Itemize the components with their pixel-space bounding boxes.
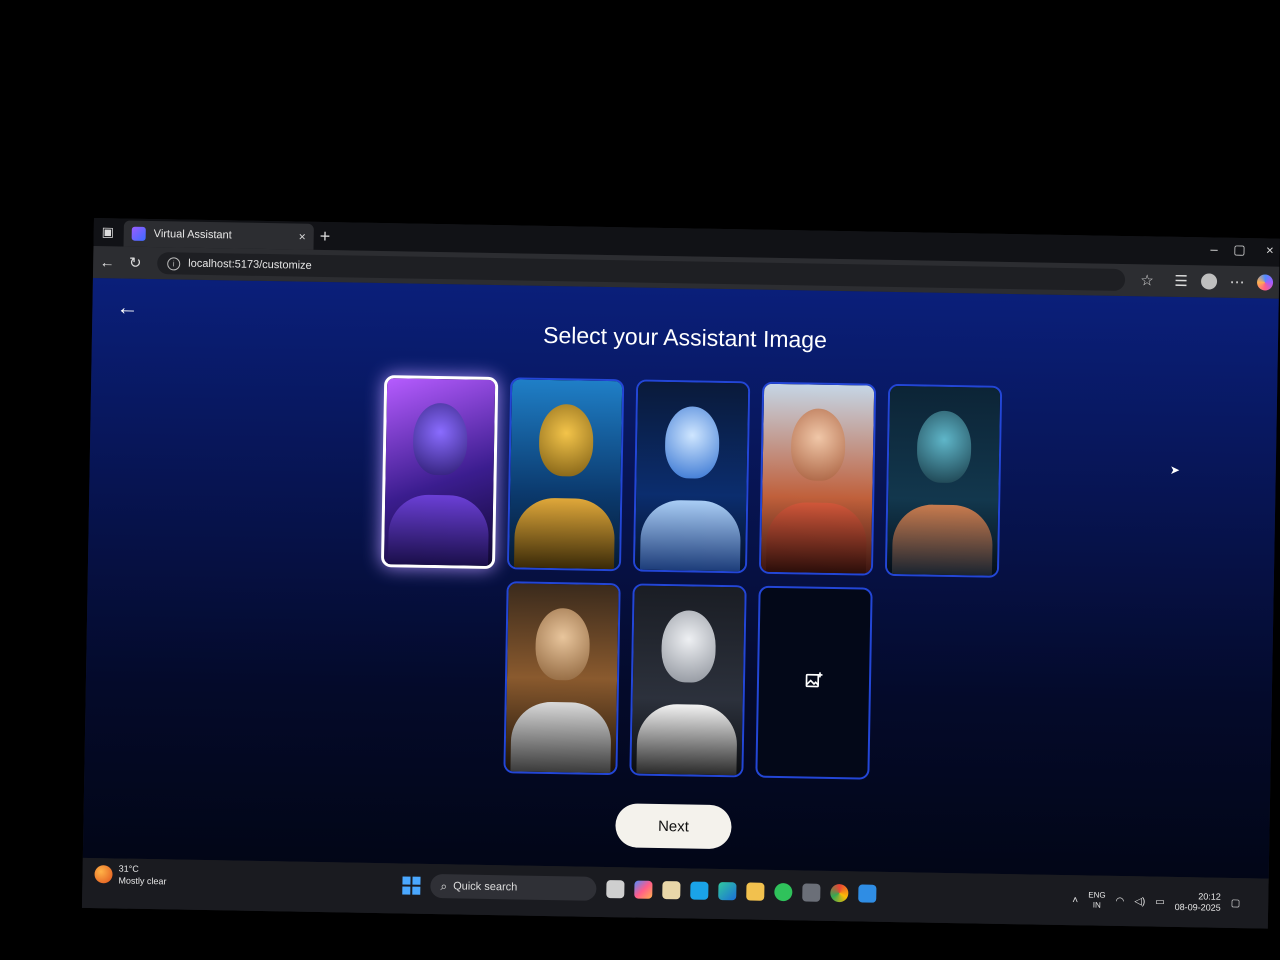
close-window-button[interactable]: ×: [1266, 242, 1274, 257]
minimize-button[interactable]: –: [1210, 241, 1217, 256]
notification-icon[interactable]: ▢: [1231, 897, 1241, 908]
copilot-app-icon[interactable]: [634, 880, 653, 899]
more-menu-icon[interactable]: ⋯: [1223, 273, 1251, 291]
weather-widget[interactable]: 31°C Mostly clear: [94, 862, 167, 887]
card-image: [505, 583, 619, 774]
profile-avatar[interactable]: [1200, 273, 1218, 290]
new-tab-button[interactable]: +: [320, 226, 331, 247]
card-image: [886, 385, 1001, 576]
tab-close-icon[interactable]: ×: [299, 230, 306, 244]
terminal-icon[interactable]: [802, 883, 821, 902]
system-tray: ˄ ENG IN ◠ ◁) ▭ 20:12 08-09-2025 ▢: [1072, 889, 1240, 914]
wifi-icon[interactable]: ◠: [1115, 895, 1124, 906]
site-info-icon[interactable]: i: [167, 256, 181, 271]
weather-icon: [94, 865, 113, 884]
tab-virtual-assistant[interactable]: Virtual Assistant ×: [123, 220, 314, 250]
edge-icon[interactable]: [718, 882, 737, 901]
favicon-icon: [131, 226, 146, 241]
card-image: [631, 585, 745, 776]
image-grid: [366, 375, 1013, 782]
lang-bottom: IN: [1092, 900, 1101, 910]
whatsapp-icon[interactable]: [774, 882, 793, 902]
volume-icon[interactable]: ◁): [1134, 896, 1145, 907]
mouse-cursor-icon: ➤: [1169, 462, 1180, 477]
card-image: [760, 383, 875, 574]
customize-page: ← Select your Assistant Image Next ➤: [82, 277, 1279, 879]
back-nav-icon[interactable]: ←: [93, 253, 121, 271]
vscode-icon[interactable]: [858, 884, 877, 903]
task-view-icon[interactable]: [606, 880, 625, 899]
chevron-up-icon[interactable]: ˄: [1072, 895, 1078, 906]
sidebar-toggle-icon[interactable]: ▣: [102, 224, 115, 240]
reload-icon[interactable]: ↻: [121, 253, 149, 272]
clock-date: 08-09-2025: [1174, 901, 1221, 913]
browser-window: ▣ Virtual Assistant × + – ▢ × ← ↻ i loca…: [81, 218, 1280, 929]
tab-title: Virtual Assistant: [153, 228, 232, 242]
upload-image-card[interactable]: [755, 585, 873, 780]
chrome-icon[interactable]: [830, 883, 849, 903]
next-button[interactable]: Next: [615, 803, 732, 850]
weather-desc: Mostly clear: [118, 875, 167, 887]
weather-temp: 31°C: [118, 863, 139, 874]
url-text: localhost:5173/customize: [188, 257, 312, 272]
language-indicator[interactable]: ENG IN: [1088, 890, 1106, 910]
copilot-icon[interactable]: [1256, 274, 1274, 291]
search-icon: ⌕: [440, 878, 448, 893]
assistant-card-blue-armor-robot[interactable]: [632, 379, 751, 574]
assistant-card-cyborg-woman-blue[interactable]: [884, 383, 1003, 578]
image-plus-icon: [804, 670, 824, 695]
windows-start-icon[interactable]: [402, 876, 421, 895]
star-icon[interactable]: ☆: [1133, 271, 1161, 289]
card-image: [384, 378, 496, 566]
card-image: [634, 381, 749, 572]
search-placeholder: Quick search: [453, 880, 518, 894]
taskbar-search[interactable]: ⌕ Quick search: [430, 873, 597, 901]
lang-top: ENG: [1088, 890, 1106, 900]
maximize-button[interactable]: ▢: [1233, 242, 1246, 258]
dell-icon[interactable]: [690, 881, 709, 900]
page-title: Select your Assistant Image: [542, 321, 828, 353]
clock-time: 20:12: [1198, 891, 1221, 902]
assistant-card-purple-cyborg[interactable]: [380, 375, 499, 570]
assistant-card-white-android-woman[interactable]: [629, 583, 747, 778]
clock[interactable]: 20:12 08-09-2025: [1175, 891, 1221, 914]
assistant-card-gold-robot[interactable]: [506, 377, 625, 572]
assistant-card-gold-android-woman[interactable]: [503, 581, 621, 776]
battery-icon[interactable]: ▭: [1155, 896, 1165, 907]
assistant-card-cyborg-woman-red[interactable]: [758, 381, 877, 576]
store-icon[interactable]: [662, 881, 681, 900]
file-explorer-icon[interactable]: [746, 882, 765, 901]
favorites-icon[interactable]: ☰: [1167, 272, 1195, 290]
card-image: [508, 379, 623, 570]
